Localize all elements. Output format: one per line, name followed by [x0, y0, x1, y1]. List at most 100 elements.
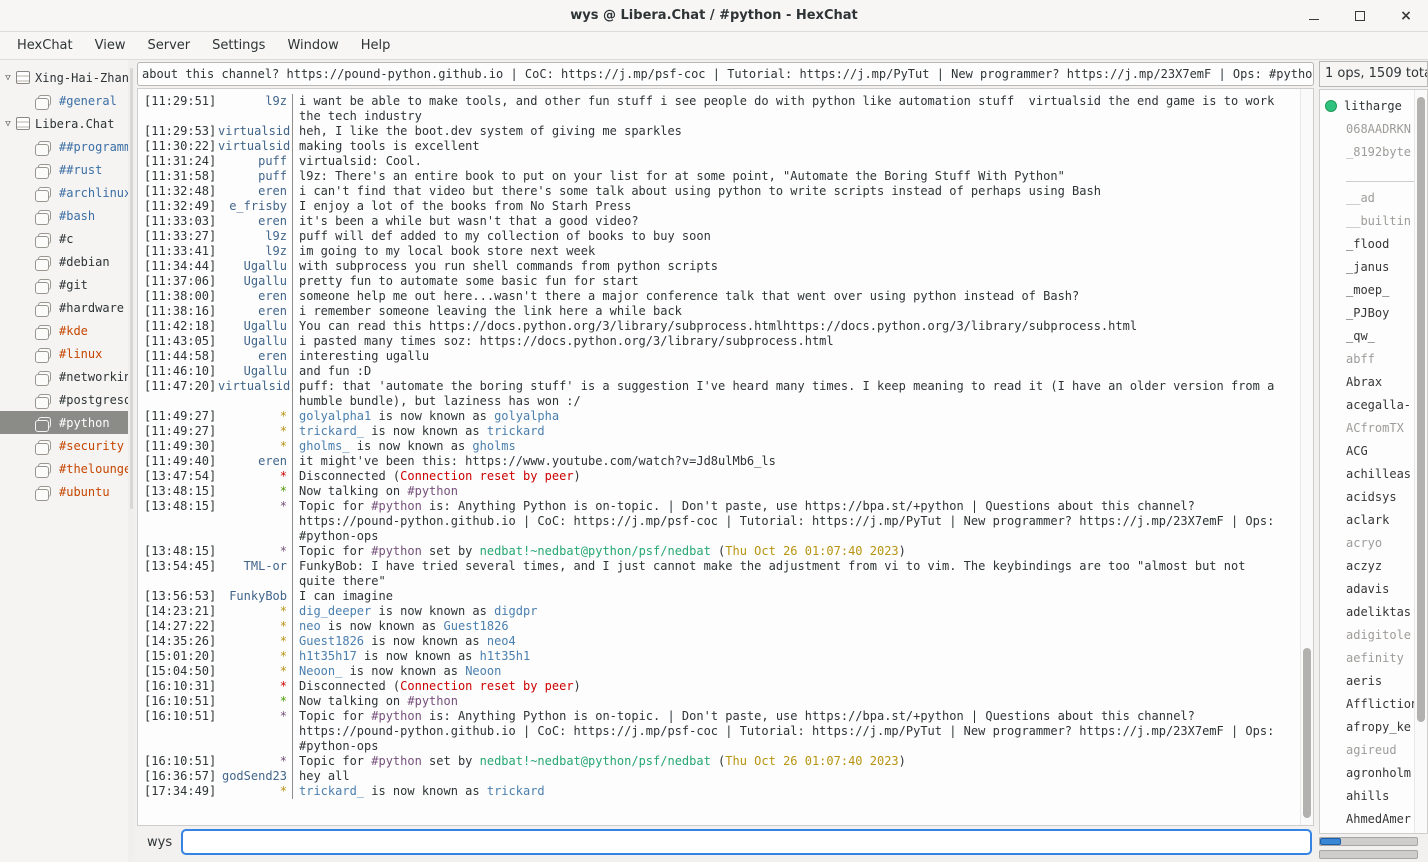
user-list-item-builtin[interactable]: __builtin [1320, 209, 1414, 232]
sidebar-item-python[interactable]: #python [0, 411, 128, 434]
sidebar-item-debian[interactable]: #debian [0, 250, 128, 273]
menu-item-view[interactable]: View [84, 34, 137, 57]
chat-message: l9z: There's an entire book to put on yo… [292, 169, 1300, 184]
menu-item-server[interactable]: Server [136, 34, 201, 57]
user-nick: __ad [1346, 191, 1375, 205]
user-list-item-adeliktas[interactable]: adeliktas [1320, 600, 1414, 623]
expander-icon[interactable]: ▽ [0, 73, 16, 83]
user-nick: litharge [1344, 99, 1402, 113]
chat-nick: e_frisby [218, 199, 292, 214]
user-list-item-acegalla[interactable]: acegalla- [1320, 393, 1414, 416]
user-list-item-acg[interactable]: ACG [1320, 439, 1414, 462]
user-list-item-ad[interactable]: __ad [1320, 186, 1414, 209]
user-list-item-moep[interactable]: _moep_ [1320, 278, 1414, 301]
main-area: ▽Xing-Hai-Zhang#general▽Libera.Chat##pro… [0, 60, 1428, 862]
sidebar-item-security[interactable]: #security [0, 434, 128, 457]
menu-item-settings[interactable]: Settings [201, 34, 276, 57]
menu-item-help[interactable]: Help [350, 34, 402, 57]
lag-meter-fill [1320, 838, 1341, 845]
sidebar-item-linux[interactable]: #linux [0, 342, 128, 365]
menu-item-window[interactable]: Window [276, 34, 349, 57]
message-segment: Topic for [299, 709, 371, 723]
sidebar-item-postgresql[interactable]: #postgresql [0, 388, 128, 411]
message-input[interactable] [181, 829, 1312, 855]
user-list-item-aeris[interactable]: aeris [1320, 669, 1414, 692]
user-list-item-abrax[interactable]: Abrax [1320, 370, 1414, 393]
sidebar-item-label: #linux [59, 347, 102, 361]
sidebar-item-rust[interactable]: ##rust [0, 158, 128, 181]
user-list-item-ahmedamer[interactable]: AhmedAmer [1320, 807, 1414, 830]
user-list-item-ahills[interactable]: ahills [1320, 784, 1414, 807]
sidebar-item-bash[interactable]: #bash [0, 204, 128, 227]
sidebar-item-networking[interactable]: #networking [0, 365, 128, 388]
sidebar-item-git[interactable]: #git [0, 273, 128, 296]
sidebar-item-label: #ubuntu [59, 485, 110, 499]
sidebar-item-thelounge[interactable]: #thelounge [0, 457, 128, 480]
message-segment: puff: that 'automate the boring stuff' i… [299, 379, 1282, 408]
maximize-button[interactable] [1350, 6, 1370, 26]
user-list-item-8192byte[interactable]: _8192byte [1320, 140, 1414, 163]
timestamp: [11:42:18] [138, 319, 218, 334]
chat-scrollbar[interactable] [1300, 89, 1313, 825]
user-list-item-janus[interactable]: _janus [1320, 255, 1414, 278]
user-list-item-afropy-ke[interactable]: afropy_ke [1320, 715, 1414, 738]
timestamp: [13:48:15] [138, 499, 218, 544]
sidebar-item-hardware[interactable]: #hardware [0, 296, 128, 319]
user-list-item-agronholm[interactable]: agronholm [1320, 761, 1414, 784]
chat-nick: * [218, 649, 292, 664]
message-segment: gholms_ [299, 439, 350, 453]
user-list-item-068aadrkn[interactable]: 068AADRKN [1320, 117, 1414, 140]
message-segment: Neoon_ [299, 664, 342, 678]
user-list-item-adigitole[interactable]: adigitole [1320, 623, 1414, 646]
user-list-item-acfromtx[interactable]: ACfromTX [1320, 416, 1414, 439]
chat-message: making tools is excellent [292, 139, 1300, 154]
message-segment: Now talking on [299, 694, 407, 708]
chat-nick: eren [218, 214, 292, 229]
sidebar-item-xing-hai-zhang[interactable]: ▽Xing-Hai-Zhang [0, 66, 128, 89]
user-list-item-qw[interactable]: _qw_ [1320, 324, 1414, 347]
userlist-scrollbar[interactable] [1414, 90, 1427, 833]
close-button[interactable]: × [1396, 6, 1416, 26]
chat-nick: Ugallu [218, 334, 292, 349]
user-list-item-affliction[interactable]: Affliction [1320, 692, 1414, 715]
titlebar[interactable]: wys @ Libera.Chat / #python - HexChat × [0, 0, 1428, 32]
user-list-item-aefinity[interactable]: aefinity [1320, 646, 1414, 669]
user-nick: ACfromTX [1346, 421, 1404, 435]
user-list-item-flood[interactable]: _flood [1320, 232, 1414, 255]
user-list-item-acidsys[interactable]: acidsys [1320, 485, 1414, 508]
sidebar-item-c[interactable]: #c [0, 227, 128, 250]
user-list-item-pjboy[interactable]: _PJBoy [1320, 301, 1414, 324]
topic-input[interactable]: about this channel? https://pound-python… [137, 62, 1314, 86]
message-segment: Topic for [299, 754, 371, 768]
menu-item-hexchat[interactable]: HexChat [6, 34, 84, 57]
sidebar-item-libera-chat[interactable]: ▽Libera.Chat [0, 112, 128, 135]
sidebar-item-ubuntu[interactable]: #ubuntu [0, 480, 128, 503]
sidebar-item-archlinux[interactable]: #archlinux [0, 181, 128, 204]
user-list-item-[interactable]: __________ [1320, 163, 1414, 186]
chat-line: [13:47:54]*Disconnected (Connection rese… [138, 469, 1300, 484]
chat-message: Topic for #python is: Anything Python is… [292, 499, 1300, 544]
message-segment: FunkyBob: I have tried several times, an… [299, 559, 1253, 588]
timestamp: [11:38:16] [138, 304, 218, 319]
user-list-item-agireud[interactable]: agireud [1320, 738, 1414, 761]
sidebar-item-general[interactable]: #general [0, 89, 128, 112]
sidebar-scrollbar[interactable] [128, 60, 135, 862]
user-list-item-aczyz[interactable]: aczyz [1320, 554, 1414, 577]
chat-nick: l9z [218, 229, 292, 244]
sidebar-scrollbar-thumb[interactable] [130, 68, 133, 509]
message-segment: is now known as [342, 664, 465, 678]
sidebar-item-kde[interactable]: #kde [0, 319, 128, 342]
userlist-scrollbar-thumb[interactable] [1417, 97, 1425, 721]
expander-icon[interactable]: ▽ [0, 119, 16, 129]
user-list-item-acryo[interactable]: acryo [1320, 531, 1414, 554]
user-list-item-litharge[interactable]: litharge [1320, 94, 1414, 117]
user-list-item-adavis[interactable]: adavis [1320, 577, 1414, 600]
user-list-item-aclark[interactable]: aclark [1320, 508, 1414, 531]
chat-scrollbar-thumb[interactable] [1303, 648, 1311, 817]
user-nick: _janus [1346, 260, 1389, 274]
minimize-button[interactable] [1304, 6, 1324, 26]
user-list-item-abff[interactable]: abff [1320, 347, 1414, 370]
user-list-item-achilleas[interactable]: achilleas [1320, 462, 1414, 485]
sidebar-item-programming[interactable]: ##programming [0, 135, 128, 158]
channel-icon [38, 394, 51, 405]
